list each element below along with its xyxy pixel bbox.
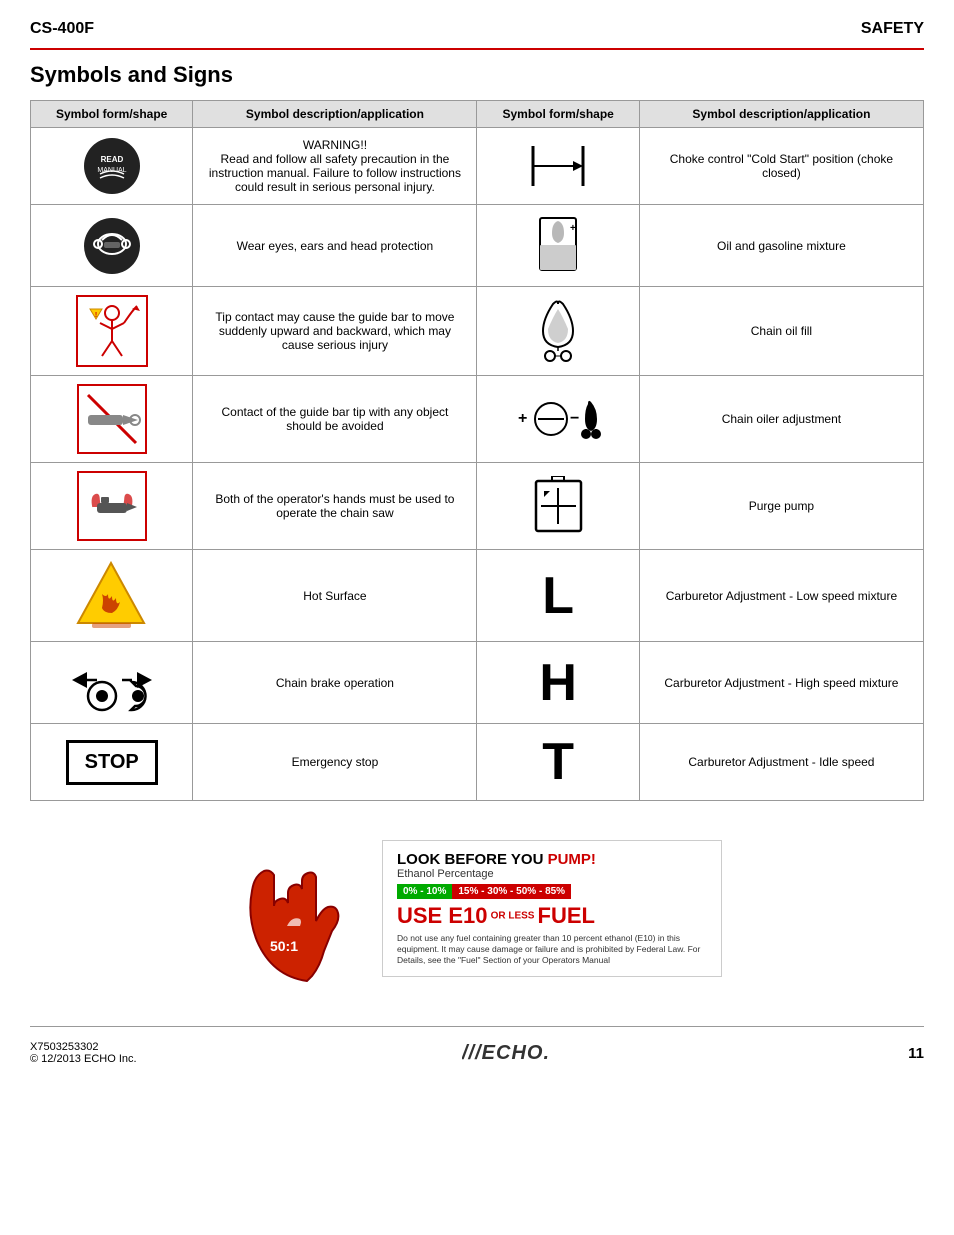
ethanol-range-green: 0% - 10% [397, 884, 452, 899]
table-row: Hot Surface L Carburetor Adjustment - Lo… [31, 550, 924, 642]
symbol-cell-tip-contact: ! [31, 287, 193, 376]
symbol-cell-warning: READ MANUAL [31, 128, 193, 205]
header-divider [30, 48, 924, 50]
fuel-info-box: LOOK BEFORE YOU PUMP! Ethanol Percentage… [382, 840, 722, 977]
symbol-cell-chain-brake [31, 642, 193, 724]
hand-stop-icon: 50:1 [232, 821, 382, 996]
table-row: READ MANUAL WARNING!! Read and follow al… [31, 128, 924, 205]
product-code: CS-400F [30, 20, 94, 38]
svg-text:50:1: 50:1 [270, 938, 298, 954]
table-row: ! Tip contact may cause the guide bar to… [31, 287, 924, 376]
symbol-cell-chain-oil-fill [477, 287, 639, 376]
desc-tip-contact: Tip contact may cause the guide bar to m… [193, 287, 477, 376]
page-title: Symbols and Signs [30, 62, 924, 88]
section-title: SAFETY [861, 20, 924, 38]
col-header-2: Symbol description/application [193, 101, 477, 128]
echo-logo: ///ECHO. [462, 1035, 582, 1071]
chain-oiler-symbol: + − [487, 389, 628, 449]
col-header-1: Symbol form/shape [31, 101, 193, 128]
desc-hot-surface: Hot Surface [193, 550, 477, 642]
svg-text:!: ! [95, 312, 97, 319]
svg-text:READ: READ [100, 155, 123, 164]
table-row: Both of the operator's hands must be use… [31, 463, 924, 550]
stop-label: STOP [66, 740, 158, 785]
symbol-cell-both-hands [31, 463, 193, 550]
col-header-4: Symbol description/application [639, 101, 923, 128]
svg-text:+: + [570, 223, 576, 234]
page-header: CS-400F SAFETY [30, 20, 924, 38]
oil-mix-symbol: + [487, 213, 628, 278]
table-row: Contact of the guide bar tip with any ob… [31, 376, 924, 463]
symbol-cell-stop: STOP [31, 724, 193, 801]
purge-pump-symbol [487, 476, 628, 536]
part-number: X7503253302 [30, 1041, 137, 1053]
page-number: 11 [908, 1045, 924, 1062]
symbol-cell-oil-mix: + [477, 205, 639, 287]
footer-info: X7503253302 © 12/2013 ECHO Inc. [30, 1041, 137, 1065]
fuel-warning-section: 50:1 LOOK BEFORE YOU PUMP! Ethanol Perce… [217, 821, 737, 996]
table-row: STOP Emergency stop T Carburetor Adjustm… [31, 724, 924, 801]
page-footer: X7503253302 © 12/2013 ECHO Inc. ///ECHO.… [30, 1026, 924, 1071]
svg-text:+: + [518, 410, 527, 427]
symbol-cell-protection [31, 205, 193, 287]
use-e10-label: USE E10 OR LESS FUEL [397, 903, 707, 929]
protection-symbol [41, 216, 182, 276]
copyright: © 12/2013 ECHO Inc. [30, 1053, 137, 1065]
symbol-cell-chain-oiler: + − [477, 376, 639, 463]
desc-guide-bar: Contact of the guide bar tip with any ob… [193, 376, 477, 463]
chain-oil-fill-symbol [487, 299, 628, 364]
symbol-cell-letter-H: H [477, 642, 639, 724]
hot-surface-symbol [41, 558, 182, 633]
desc-purge-pump: Purge pump [639, 463, 923, 550]
choke-symbol [487, 136, 628, 196]
desc-both-hands: Both of the operator's hands must be use… [193, 463, 477, 550]
symbol-cell-hot-surface [31, 550, 193, 642]
ethanol-label: Ethanol Percentage [397, 868, 707, 880]
ethanol-bar: 0% - 10% 15% - 30% - 50% - 85% [397, 884, 707, 899]
desc-letter-T: Carburetor Adjustment - Idle speed [639, 724, 923, 801]
desc-warning: WARNING!! Read and follow all safety pre… [193, 128, 477, 205]
letter-H: H [539, 657, 577, 709]
table-row: Wear eyes, ears and head protection + [31, 205, 924, 287]
tip-contact-symbol: ! [41, 295, 182, 367]
desc-letter-L: Carburetor Adjustment - Low speed mixtur… [639, 550, 923, 642]
symbol-cell-purge-pump [477, 463, 639, 550]
fuel-fine-print: Do not use any fuel containing greater t… [397, 933, 707, 966]
fuel-title: LOOK BEFORE YOU PUMP! [397, 851, 707, 868]
desc-protection: Wear eyes, ears and head protection [193, 205, 477, 287]
table-row: Chain brake operation H Carburetor Adjus… [31, 642, 924, 724]
symbol-cell-letter-L: L [477, 550, 639, 642]
symbol-cell-guide-bar [31, 376, 193, 463]
letter-L: L [542, 570, 574, 622]
desc-chain-brake: Chain brake operation [193, 642, 477, 724]
letter-T-symbol: T [487, 732, 628, 792]
ethanol-range-red: 15% - 30% - 50% - 85% [452, 884, 571, 899]
desc-letter-H: Carburetor Adjustment - High speed mixtu… [639, 642, 923, 724]
svg-text:−: − [570, 410, 579, 427]
letter-L-symbol: L [487, 566, 628, 626]
desc-choke: Choke control "Cold Start" position (cho… [639, 128, 923, 205]
letter-T: T [542, 736, 574, 788]
guide-bar-symbol [41, 384, 182, 454]
desc-stop: Emergency stop [193, 724, 477, 801]
both-hands-symbol [41, 471, 182, 541]
col-header-3: Symbol form/shape [477, 101, 639, 128]
svg-text:///ECHO.: ///ECHO. [462, 1042, 550, 1064]
desc-chain-oil-fill: Chain oil fill [639, 287, 923, 376]
desc-oil-mix: Oil and gasoline mixture [639, 205, 923, 287]
symbols-table: Symbol form/shape Symbol description/app… [30, 100, 924, 801]
warning-symbol: READ MANUAL [41, 136, 182, 196]
stop-symbol: STOP [41, 732, 182, 792]
symbol-cell-letter-T: T [477, 724, 639, 801]
desc-chain-oiler: Chain oiler adjustment [639, 376, 923, 463]
letter-H-symbol: H [487, 653, 628, 713]
chain-brake-symbol [41, 650, 182, 715]
symbol-cell-choke [477, 128, 639, 205]
